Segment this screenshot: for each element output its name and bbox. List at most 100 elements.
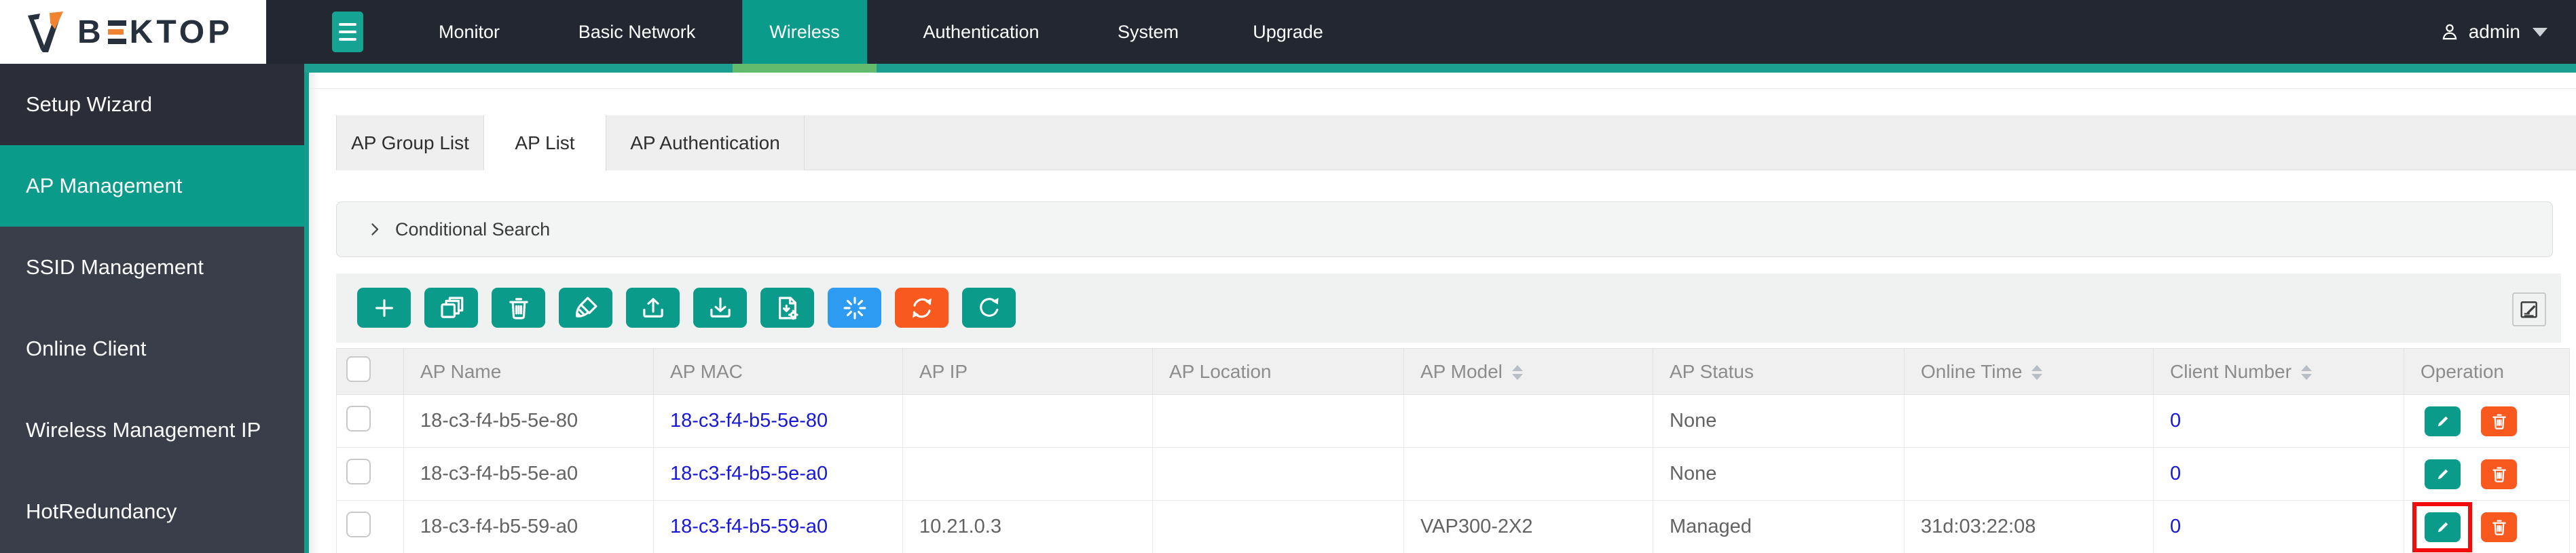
cell-ap-location [1153,448,1404,501]
cell-client-number: 0 [2154,448,2404,501]
sidebar-item-online-client[interactable]: Online Client [0,308,304,389]
trash-icon [504,294,533,322]
ap-mac-link[interactable]: 18-c3-f4-b5-59-a0 [670,516,828,537]
active-nav-underline [733,64,877,73]
sort-icon[interactable] [2301,365,2312,380]
brush-icon [572,294,600,322]
row-checkbox[interactable] [346,512,371,537]
col-header-ap-location: AP Location [1153,349,1404,395]
user-menu[interactable]: admin [2439,0,2547,64]
client-number-link[interactable]: 0 [2170,410,2181,432]
col-label: AP Model [1420,361,1503,382]
row-select-cell [337,395,404,448]
brand-v-icon [23,10,68,54]
col-label: AP MAC [670,361,743,382]
nav-item-basic-network[interactable]: Basic Network [551,0,723,64]
cell-ap-location [1153,501,1404,553]
column-settings-button[interactable] [2512,292,2546,326]
cell-ap-name: 18-c3-f4-b5-5e-80 [404,395,654,448]
table-row: 18-c3-f4-b5-5e-8018-c3-f4-b5-5e-80None0 [337,395,2570,448]
col-header-ap-mac: AP MAC [654,349,903,395]
edit-button[interactable] [2425,512,2461,542]
sort-icon[interactable] [1512,365,1523,380]
led-blink-button[interactable] [828,288,881,328]
row-checkbox[interactable] [346,459,371,484]
clean-button[interactable] [559,288,612,328]
table-toolbar [336,273,2561,343]
nav-item-system[interactable]: System [1090,0,1206,64]
col-label: Online Time [1921,361,2022,382]
caret-down-icon [2533,28,2547,37]
panel-left-shadow [309,73,320,553]
menu-toggle-button[interactable] [332,12,363,52]
refresh-button[interactable] [962,288,1016,328]
cell-ap-model [1404,395,1653,448]
sync-icon [908,294,936,322]
top-navbar: BKTOP Monitor Basic Network Wireless Authen… [0,0,2576,64]
select-all-checkbox[interactable] [346,356,371,382]
cell-ap-ip: 10.21.0.3 [903,501,1153,553]
refresh-icon [975,294,1004,322]
client-number-link[interactable]: 0 [2170,516,2181,537]
sidebar-item-hotredundancy[interactable]: HotRedundancy [0,471,304,552]
row-select-cell [337,448,404,501]
pencil-icon [2433,517,2453,537]
col-label: AP Location [1169,361,1272,382]
col-label: AP Name [420,361,501,382]
reboot-button[interactable] [895,288,949,328]
sidebar-item-ssid-management[interactable]: SSID Management [0,227,304,308]
cell-ap-ip [903,448,1153,501]
col-header-online-time: Online Time [1905,349,2154,395]
operation-cell [2404,448,2570,501]
col-header-ap-name: AP Name [404,349,654,395]
edit-button[interactable] [2425,406,2461,436]
nav-item-monitor[interactable]: Monitor [411,0,527,64]
nav-item-upgrade[interactable]: Upgrade [1226,0,1350,64]
cell-client-number: 0 [2154,395,2404,448]
header-divider [309,88,2576,89]
edit-button[interactable] [2425,459,2461,489]
operation-cell [2404,395,2570,448]
download-button[interactable] [693,288,747,328]
add-button[interactable] [357,288,411,328]
conditional-search-toggle[interactable]: Conditional Search [336,202,2553,257]
content-top-border [304,64,2576,73]
config-file-button[interactable] [760,288,814,328]
cell-online-time [1905,448,2154,501]
cell-ap-name: 18-c3-f4-b5-59-a0 [404,501,654,553]
conditional-search-label: Conditional Search [395,219,550,240]
tab-ap-authentication[interactable]: AP Authentication [606,115,805,170]
delete-button[interactable] [492,288,545,328]
sidebar-item-ap-management[interactable]: AP Management [0,145,304,227]
file-gear-icon [773,294,802,322]
logo-text: BKTOP [77,14,233,51]
cell-online-time [1905,395,2154,448]
delete-button[interactable] [2481,512,2517,542]
logo-letter-e [108,20,126,44]
sidebar-item-setup-wizard[interactable]: Setup Wizard [0,64,304,145]
ap-mac-link[interactable]: 18-c3-f4-b5-5e-a0 [670,463,828,484]
col-header-select-all [337,349,404,395]
chevron-right-icon [365,220,384,239]
cell-ap-model [1404,448,1653,501]
row-checkbox[interactable] [346,406,371,432]
col-header-operation: Operation [2404,349,2570,395]
sidebar: Setup WizardAP ManagementSSID Management… [0,64,304,553]
nav-item-wireless[interactable]: Wireless [742,0,867,64]
upload-button[interactable] [626,288,680,328]
sidebar-item-wireless-management-ip[interactable]: Wireless Management IP [0,389,304,471]
client-number-link[interactable]: 0 [2170,463,2181,484]
table-header-row: AP NameAP MACAP IPAP LocationAP ModelAP … [337,349,2570,395]
upload-icon [639,294,667,322]
delete-button[interactable] [2481,406,2517,436]
col-label: AP Status [1670,361,1754,382]
nav-item-authentication[interactable]: Authentication [896,0,1066,64]
sort-icon[interactable] [2031,365,2042,380]
copy-button[interactable] [424,288,478,328]
tab-ap-group-list[interactable]: AP Group List [336,115,484,170]
ap-mac-link[interactable]: 18-c3-f4-b5-5e-80 [670,410,828,432]
col-header-ap-model: AP Model [1404,349,1653,395]
cell-ap-mac: 18-c3-f4-b5-59-a0 [654,501,903,553]
delete-button[interactable] [2481,459,2517,489]
tab-ap-list[interactable]: AP List [484,115,606,171]
